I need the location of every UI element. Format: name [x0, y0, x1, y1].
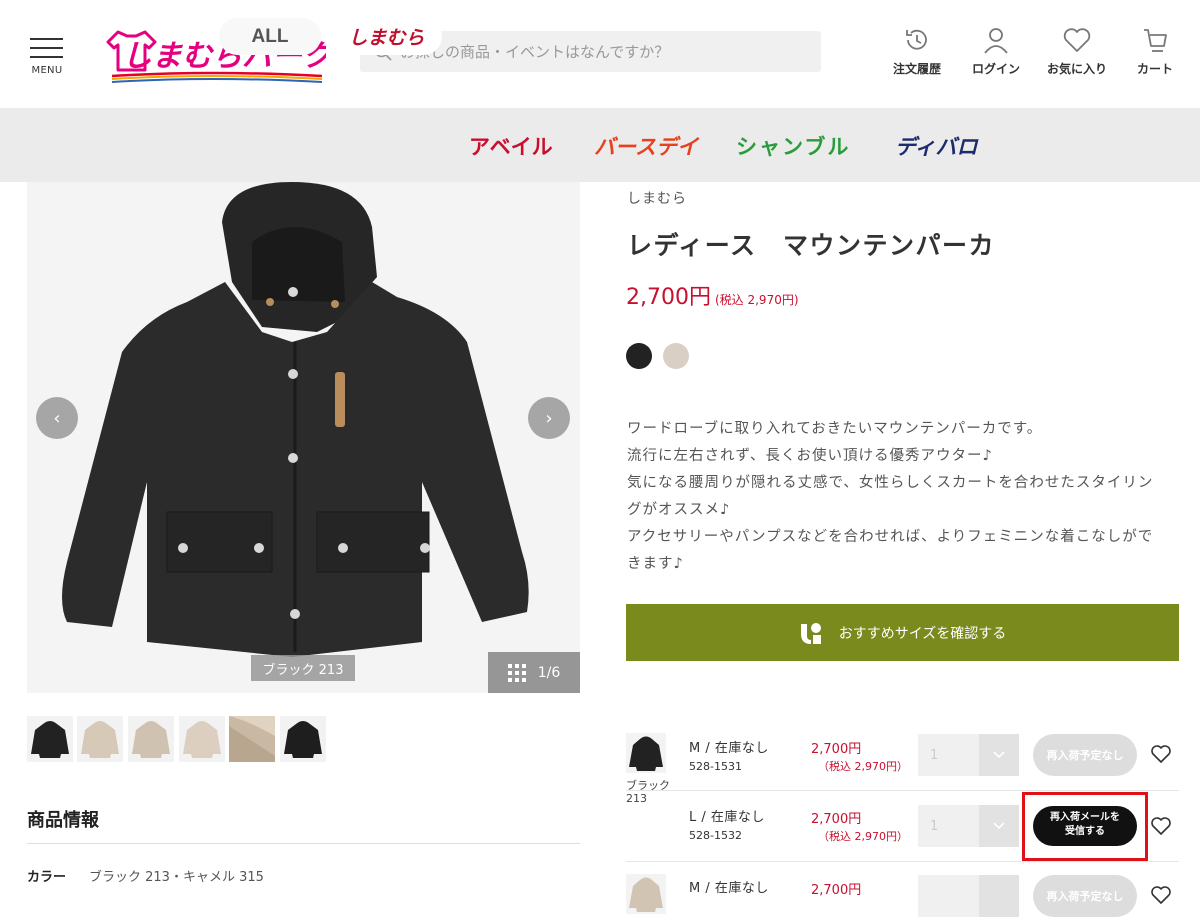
cart-icon — [1144, 29, 1167, 52]
next-image-button[interactable]: › — [528, 397, 570, 439]
sku-thumbnail-black — [626, 733, 666, 773]
tab-chambre[interactable]: シャンブル — [736, 131, 850, 161]
quantity-select[interactable] — [918, 875, 1019, 917]
sku-tax: （税込 2,970円） — [818, 830, 908, 843]
sku-size: M / 在庫なし — [689, 741, 769, 756]
menu-button[interactable]: MENU — [30, 38, 64, 76]
thumbnail-2[interactable] — [77, 716, 123, 762]
product-title: レディース マウンテンパーカ — [627, 231, 996, 260]
favorite-heart-icon[interactable] — [1150, 744, 1172, 768]
chevron-down-icon[interactable] — [979, 734, 1019, 776]
thumbnail-3[interactable] — [128, 716, 174, 762]
tab-all[interactable]: ALL — [219, 18, 321, 55]
swatch-camel[interactable] — [663, 343, 689, 369]
search-input[interactable] — [400, 42, 820, 61]
chevron-down-icon[interactable] — [979, 875, 1019, 917]
thumbnail-1[interactable] — [27, 716, 73, 762]
sku-price: 2,700円 — [811, 883, 862, 898]
favorite-heart-icon[interactable] — [1150, 816, 1172, 840]
jacket-image — [62, 182, 529, 657]
hamburger-icon — [30, 38, 63, 40]
no-restock-badge: 再入荷予定なし — [1033, 734, 1137, 776]
image-grid-button[interactable]: 1/6 — [488, 652, 580, 693]
favorites-link[interactable]: お気に入り — [1047, 26, 1107, 77]
tab-birthday[interactable]: バースデイ — [594, 131, 698, 161]
thumbnail-4[interactable] — [179, 716, 225, 762]
chevron-down-icon[interactable] — [979, 805, 1019, 847]
sku-thumbnail-camel — [626, 874, 666, 914]
image-color-tag: ブラック 213 — [251, 655, 355, 681]
favorite-heart-icon[interactable] — [1150, 885, 1172, 909]
product-info-heading: 商品情報 — [27, 810, 99, 831]
color-value: ブラック 213・キャメル 315 — [89, 870, 264, 885]
login-link[interactable]: ログイン — [972, 26, 1020, 77]
chevron-right-icon: › — [545, 407, 553, 429]
size-logo-icon — [800, 622, 821, 644]
chevron-left-icon: ‹ — [53, 407, 61, 429]
price-tax: (税込 2,970円) — [714, 293, 799, 307]
thumbnail-5[interactable] — [229, 716, 275, 762]
heart-icon — [1063, 28, 1091, 52]
user-icon — [984, 28, 1008, 54]
sku-size: L / 在庫なし — [689, 810, 765, 825]
product-description: ワードローブに取り入れておきたいマウンテンパーカです。 流行に左右されず、長くお… — [627, 421, 1154, 572]
sku-tax: （税込 2,970円） — [818, 760, 908, 773]
order-history-link[interactable]: 注文履歴 — [893, 26, 941, 77]
tab-avail[interactable]: アベイル — [469, 131, 553, 161]
grid-icon — [507, 663, 526, 682]
tab-shimamura[interactable]: しまむら — [331, 18, 442, 55]
site-header: MENU しまむらパーク 注文履歴 ログイン — [0, 0, 1200, 108]
swatch-black[interactable] — [626, 343, 652, 369]
thumbnail-6[interactable] — [280, 716, 326, 762]
divider — [27, 843, 580, 844]
row-divider — [626, 790, 1179, 791]
sku-price: 2,700円 — [811, 742, 862, 757]
sku-color-label: ブラック 213 — [626, 779, 670, 805]
sku-code: 528-1531 — [689, 760, 742, 773]
history-icon — [906, 29, 927, 50]
sku-size: M / 在庫なし — [689, 881, 769, 896]
product-price: 2,700円 (税込 2,970円) — [626, 279, 799, 311]
sku-code: 528-1532 — [689, 829, 742, 842]
price-value: 2,700円 — [626, 285, 711, 310]
sku-price: 2,700円 — [811, 812, 862, 827]
restock-notify-button[interactable]: 再入荷メールを 受信する — [1033, 806, 1137, 846]
product-brand: しまむら — [627, 191, 687, 207]
prev-image-button[interactable]: ‹ — [36, 397, 78, 439]
cart-link[interactable]: カート — [1137, 26, 1173, 77]
recommended-size-button[interactable]: おすすめサイズを確認する — [626, 604, 1179, 661]
image-counter: 1/6 — [537, 664, 561, 681]
quantity-select[interactable]: 1 — [918, 734, 1019, 776]
quantity-select[interactable]: 1 — [918, 805, 1019, 847]
product-main-image[interactable] — [27, 182, 580, 693]
tab-divalo[interactable]: ディバロ — [895, 131, 978, 161]
menu-label: MENU — [31, 65, 63, 76]
no-restock-badge: 再入荷予定なし — [1033, 875, 1137, 917]
color-key: カラー — [27, 870, 67, 885]
row-divider — [626, 861, 1179, 862]
